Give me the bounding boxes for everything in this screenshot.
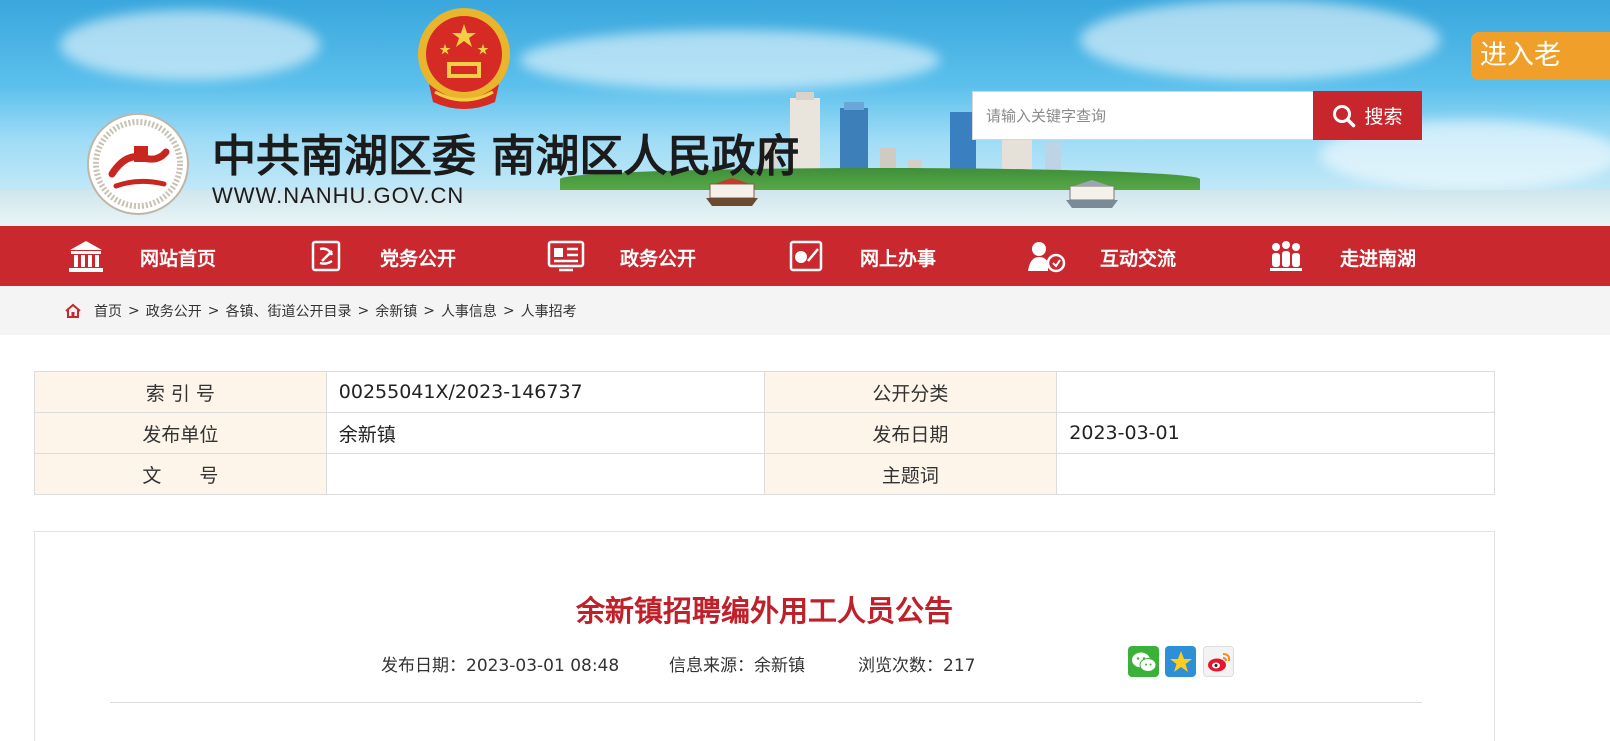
- nav-item-party[interactable]: 党务公开: [306, 226, 456, 286]
- old-version-button[interactable]: 进入老: [1471, 32, 1610, 80]
- document-number-label: 文 号: [34, 453, 327, 495]
- home-icon: [64, 302, 82, 320]
- article-title: 余新镇招聘编外用工人员公告: [575, 594, 953, 628]
- breadcrumb-link-personnel-info[interactable]: 人事信息: [441, 301, 497, 321]
- wechat-icon: [1131, 652, 1156, 672]
- district-logo-icon: [87, 113, 189, 215]
- people-icon: [1266, 236, 1306, 276]
- nav-item-online-service[interactable]: 网上办事: [786, 226, 936, 286]
- party-flag-icon: [306, 236, 346, 276]
- publish-date-label: 发布日期: [763, 412, 1058, 454]
- breadcrumb-link-yuxin-town[interactable]: 余新镇: [375, 301, 417, 321]
- document-number-value: [325, 453, 765, 495]
- nav-label: 党务公开: [380, 248, 457, 270]
- category-label: 公开分类: [763, 371, 1058, 413]
- qzone-icon: [1169, 650, 1192, 672]
- search-icon: [1333, 104, 1356, 127]
- publisher-label: 发布单位: [34, 412, 327, 454]
- document-info-table: 索 引 号 00255041X/2023-146737 公开分类 发布单位 余新…: [34, 371, 1495, 495]
- nav-label: 政务公开: [620, 248, 697, 270]
- article-view-count: 浏览次数：217: [858, 656, 976, 676]
- search-button[interactable]: 搜索: [1313, 91, 1422, 140]
- keywords-label: 主题词: [763, 453, 1058, 495]
- index-number-label: 索 引 号: [34, 371, 327, 413]
- boat-image: [1066, 180, 1118, 208]
- interaction-icon: [1026, 236, 1066, 276]
- breadcrumb-link-town-directory[interactable]: 各镇、街道公开目录: [225, 301, 351, 321]
- nav-item-home[interactable]: 网站首页: [66, 226, 216, 286]
- category-value: [1056, 371, 1495, 413]
- site-url: WWW.NANHU.GOV.CN: [212, 183, 465, 208]
- article-panel: 余新镇招聘编外用工人员公告 发布日期：2023-03-01 08:48 信息来源…: [34, 531, 1495, 741]
- search-button-label: 搜索: [1364, 106, 1403, 128]
- national-emblem-icon: [418, 8, 510, 109]
- breadcrumb-separator: >: [502, 302, 515, 319]
- index-number-value: 00255041X/2023-146737: [325, 371, 765, 413]
- cloud-decoration: [1080, 0, 1440, 80]
- keywords-value: [1056, 453, 1495, 495]
- nav-item-interaction[interactable]: 互动交流: [1026, 226, 1176, 286]
- share-qzone-button[interactable]: [1165, 646, 1196, 677]
- cloud-decoration: [520, 30, 940, 90]
- online-service-icon: [786, 236, 826, 276]
- breadcrumb-bar: 首页 > 政务公开 > 各镇、街道公开目录 > 余新镇 > 人事信息 > 人事招…: [0, 286, 1610, 335]
- article-divider: [110, 702, 1422, 703]
- nav-label: 互动交流: [1100, 248, 1177, 270]
- nav-label: 网上办事: [860, 248, 937, 270]
- share-wechat-button[interactable]: [1128, 646, 1159, 677]
- nav-item-gov-affairs[interactable]: 政务公开: [546, 226, 696, 286]
- search-input[interactable]: [972, 91, 1314, 140]
- breadcrumb-link-home[interactable]: 首页: [94, 301, 122, 321]
- nav-label: 网站首页: [140, 248, 217, 270]
- document-board-icon: [546, 236, 586, 276]
- breadcrumb-separator: >: [207, 302, 220, 319]
- breadcrumb: 首页 > 政务公开 > 各镇、街道公开目录 > 余新镇 > 人事信息 > 人事招…: [64, 286, 577, 335]
- site-title: 中共南湖区委 南湖区人民政府: [212, 131, 800, 182]
- nav-item-about-nanhu[interactable]: 走进南湖: [1266, 226, 1416, 286]
- main-nav: 网站首页 党务公开 政务公开 网上办事 互动交流 走进南湖: [0, 226, 1610, 286]
- breadcrumb-separator: >: [128, 302, 140, 319]
- publish-date-value: 2023-03-01: [1056, 412, 1495, 454]
- breadcrumb-link-gov-affairs[interactable]: 政务公开: [146, 301, 202, 321]
- article-source: 信息来源：余新镇: [669, 656, 805, 676]
- building-icon: [66, 236, 106, 276]
- breadcrumb-separator: >: [357, 302, 370, 319]
- breadcrumb-separator: >: [423, 302, 435, 319]
- weibo-icon: [1207, 652, 1230, 671]
- breadcrumb-link-recruitment[interactable]: 人事招考: [521, 301, 577, 321]
- table-row: 文 号 主题词: [34, 453, 1495, 495]
- nav-label: 走进南湖: [1340, 248, 1417, 270]
- cloud-decoration: [60, 10, 320, 80]
- header-banner: 中共南湖区委 南湖区人民政府 WWW.NANHU.GOV.CN 搜索 进入老: [0, 0, 1610, 226]
- share-weibo-button[interactable]: [1203, 646, 1234, 677]
- article-publish-time: 发布日期：2023-03-01 08:48: [381, 656, 620, 676]
- table-row: 发布单位 余新镇 发布日期 2023-03-01: [34, 412, 1495, 454]
- publisher-value: 余新镇: [325, 412, 765, 454]
- table-row: 索 引 号 00255041X/2023-146737 公开分类: [34, 371, 1495, 413]
